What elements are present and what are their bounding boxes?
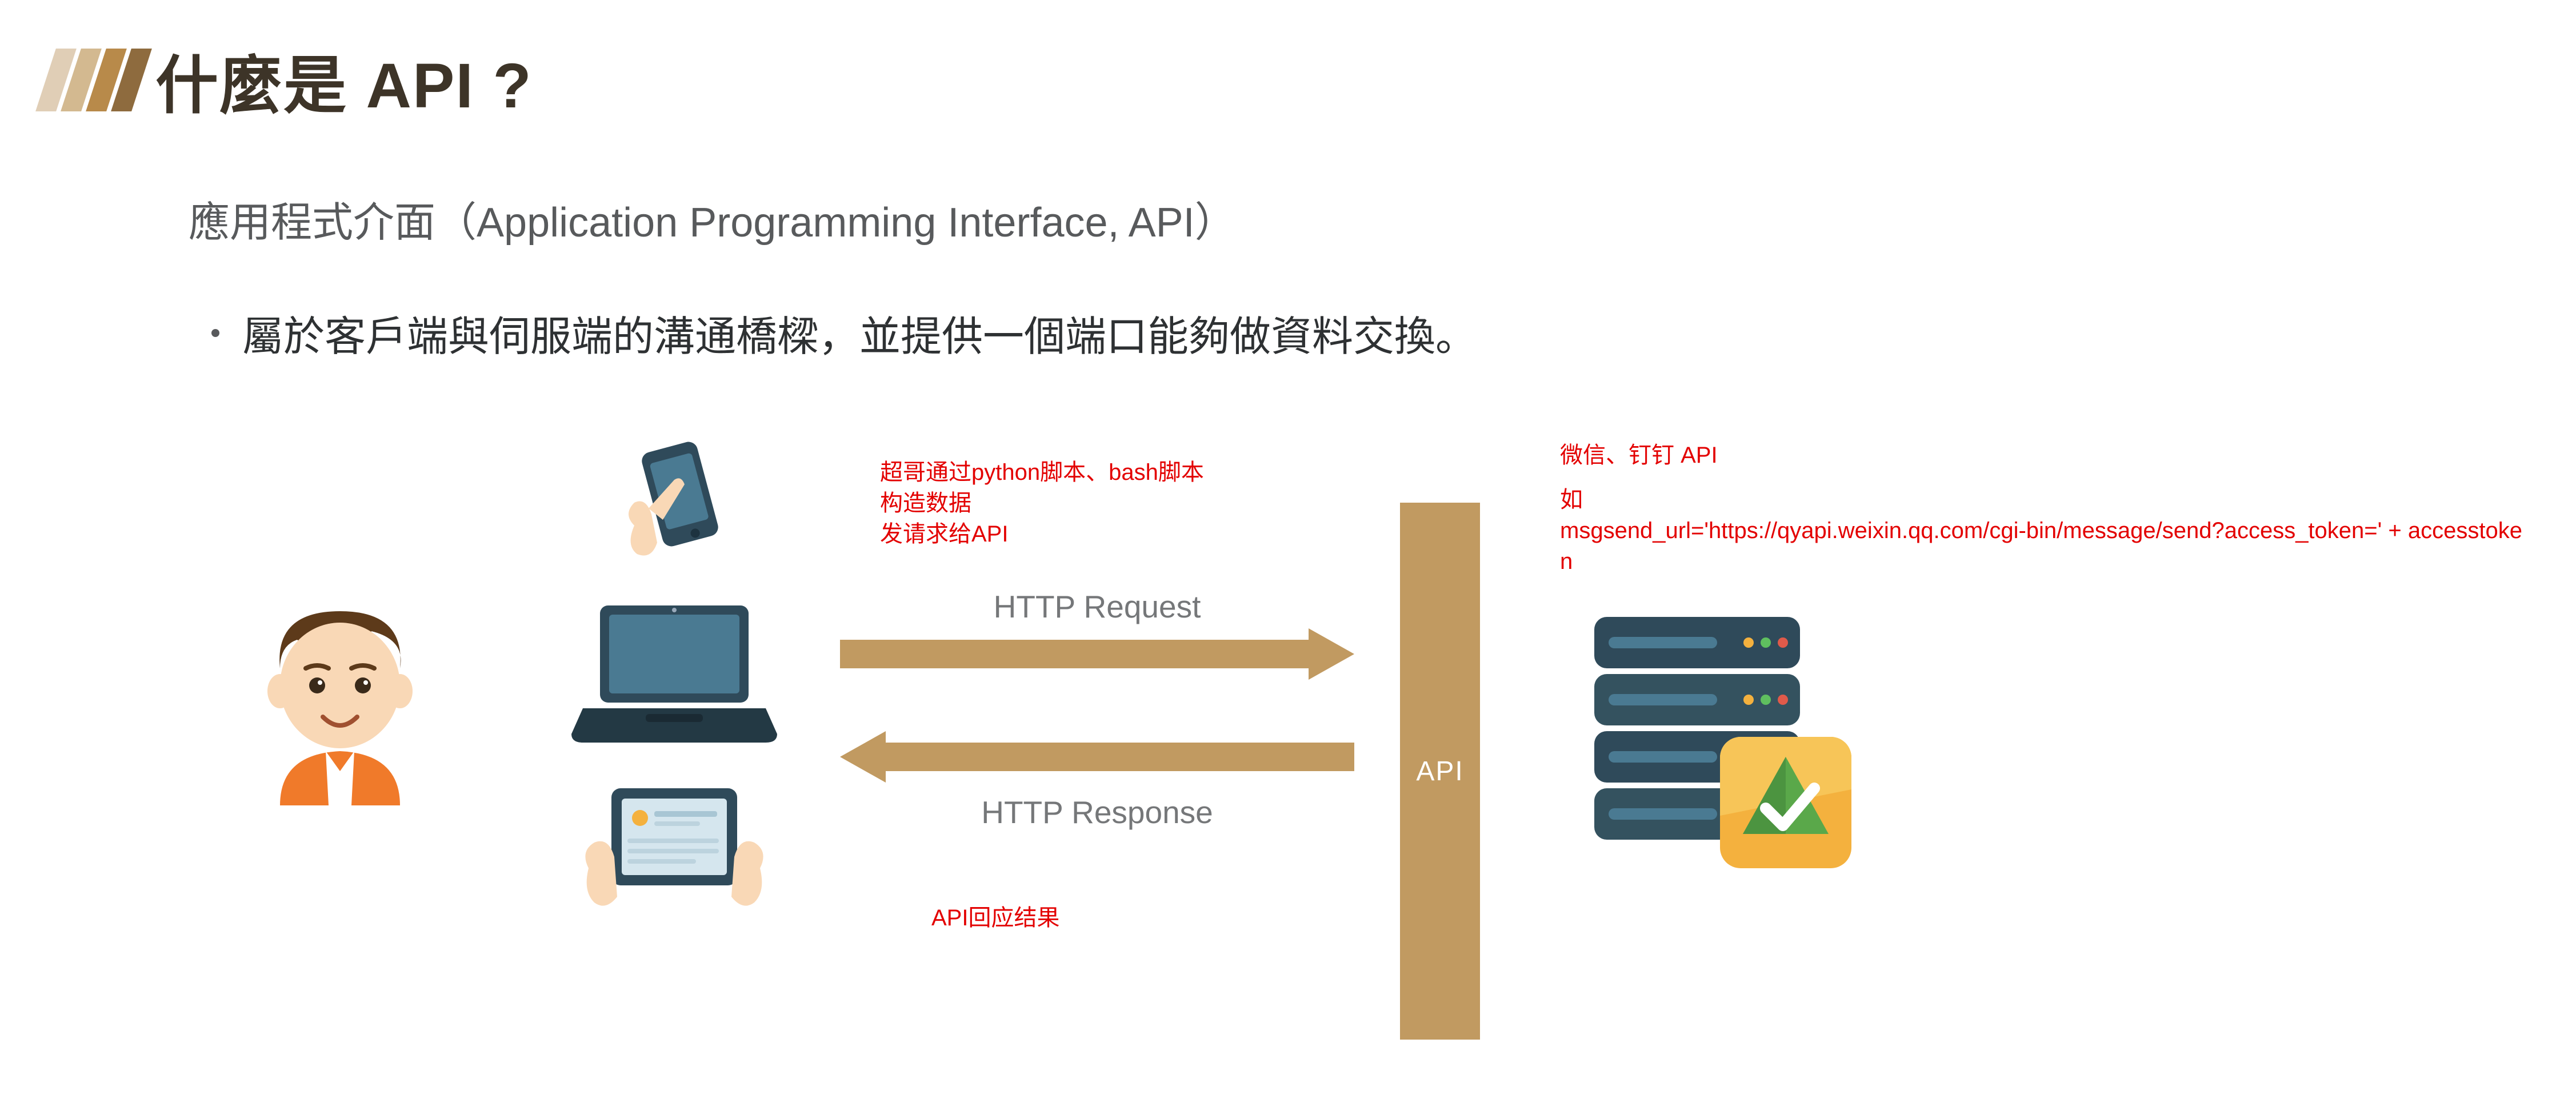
server-check-icon: [1577, 605, 1857, 885]
request-response-arrows: HTTP Request HTTP Response: [840, 588, 1354, 831]
annotation-api-examples: 微信、钉钉 API 如 msgsend_url='https://qyapi.w…: [1560, 440, 2531, 577]
annotation-line: 构造数据: [880, 488, 1309, 519]
api-column: API: [1400, 503, 1480, 1040]
arrow-right-icon: [840, 628, 1354, 680]
boy-avatar-icon: [257, 600, 423, 805]
slide-title-row: 什麼是 API ?: [46, 34, 533, 126]
bullet-dot-icon: [211, 329, 219, 337]
slide-subtitle: 應用程式介面（Application Programming Interface…: [189, 188, 1236, 248]
annotation-line: 微信、钉钉 API: [1560, 440, 2531, 471]
http-request-label: HTTP Request: [840, 588, 1354, 625]
bullet-text: 屬於客戶端與伺服端的溝通橋樑，並提供一個端口能夠做資料交換。: [242, 303, 1477, 363]
hands-tablet-icon: [583, 777, 766, 914]
laptop-icon: [571, 600, 777, 743]
arrow-left-icon: [840, 731, 1354, 783]
http-response-label: HTTP Response: [840, 794, 1354, 831]
annotation-line: 如: [1560, 484, 2531, 515]
slide-title: 什麼是 API ?: [155, 34, 533, 126]
api-column-label: API: [1416, 756, 1463, 787]
bullet-row: 屬於客戶端與伺服端的溝通橋樑，並提供一個端口能夠做資料交換。: [211, 303, 1477, 363]
annotation-line: msgsend_url='https://qyapi.weixin.qq.com…: [1560, 515, 2531, 577]
hand-phone-icon: [617, 440, 731, 565]
annotation-api-response: API回应结果: [931, 903, 1059, 933]
annotation-line: 发请求给API: [880, 519, 1309, 550]
client-devices-column: [554, 440, 794, 914]
api-diagram: 超哥通过python脚本、bash脚本 构造数据 发请求给API HTTP Re…: [189, 440, 2553, 1068]
annotation-client-script: 超哥通过python脚本、bash脚本 构造数据 发请求给API: [880, 457, 1309, 550]
annotation-line: 超哥通过python脚本、bash脚本: [880, 457, 1309, 488]
title-slash-decoration: [46, 49, 142, 111]
